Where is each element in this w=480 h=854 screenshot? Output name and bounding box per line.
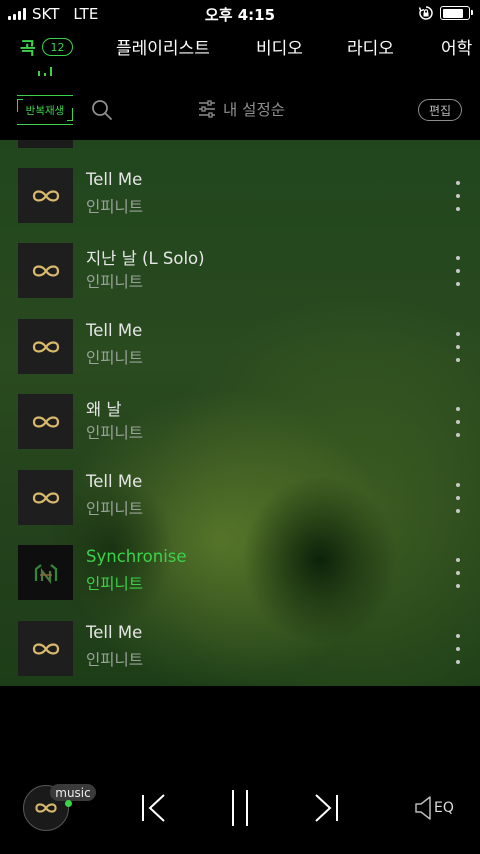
edit-button[interactable]: 편집 (418, 99, 462, 121)
partial-song-thumbnail (18, 140, 73, 148)
status-bar: SKT LTE 오후 4:15 (0, 0, 480, 28)
playing-indicator-dot (65, 800, 72, 807)
song-row[interactable]: Tell Me 인피니트 (0, 168, 480, 224)
album-art (18, 621, 73, 676)
song-row[interactable]: 왜 날 인피니트 (0, 394, 480, 450)
album-art (18, 394, 73, 449)
search-icon (92, 100, 112, 120)
pause-button[interactable] (226, 789, 254, 827)
status-right (418, 5, 473, 21)
eq-label: EQ (434, 800, 454, 816)
tab-radio[interactable]: 라디오 (347, 34, 394, 59)
song-title: Tell Me (86, 623, 143, 642)
infinity-logo-icon (32, 189, 59, 202)
mini-player: music EQ (0, 686, 480, 854)
next-button[interactable] (312, 789, 340, 827)
infinity-logo-icon (35, 803, 57, 813)
tab-language[interactable]: 어학 (441, 34, 472, 59)
pause-icon (232, 790, 248, 826)
album-emblem-icon (34, 563, 57, 584)
song-artist: 인피니트 (86, 575, 144, 593)
song-title: Synchronise (86, 547, 187, 566)
album-art (18, 243, 73, 298)
speaker-icon (415, 796, 431, 820)
song-artist: 인피니트 (86, 424, 144, 442)
song-title: Tell Me (86, 170, 143, 189)
song-row[interactable]: 지난 날 (L Solo) 인피니트 (0, 243, 480, 299)
song-title: 왜 날 (86, 400, 122, 419)
song-row[interactable]: Tell Me 인피니트 (0, 470, 480, 526)
sliders-icon (199, 100, 215, 118)
infinity-logo-icon (32, 415, 59, 428)
more-options-icon[interactable] (450, 634, 466, 664)
more-options-icon[interactable] (450, 483, 466, 513)
sort-label: 내 설정순 (223, 101, 285, 119)
tab-playlists[interactable]: 플레이리스트 (116, 34, 210, 59)
song-row[interactable]: Tell Me 인피니트 (0, 319, 480, 375)
infinity-logo-icon (32, 264, 59, 277)
song-artist: 인피니트 (86, 349, 144, 367)
list-toolbar: 반복재생 내 설정순 편집 (0, 90, 480, 132)
tab-songs[interactable]: 곡 (20, 34, 36, 59)
previous-button[interactable] (140, 789, 168, 827)
infinity-logo-icon (32, 642, 59, 655)
music-badge: music (50, 784, 96, 801)
battery-icon (440, 6, 473, 20)
album-art (18, 319, 73, 374)
song-title: Tell Me (86, 321, 143, 340)
search-button[interactable] (90, 98, 114, 122)
song-row-now-playing[interactable]: Synchronise 인피니트 (0, 545, 480, 601)
more-options-icon[interactable] (450, 407, 466, 437)
infinity-logo-icon (32, 491, 59, 504)
status-time: 오후 4:15 (204, 6, 276, 24)
song-artist: 인피니트 (86, 500, 144, 518)
sort-button[interactable]: 내 설정순 (197, 98, 285, 120)
repeat-button[interactable]: 반복재생 (17, 95, 73, 125)
more-options-icon[interactable] (450, 256, 466, 286)
song-title: 지난 날 (L Solo) (86, 249, 205, 268)
song-row[interactable]: Tell Me 인피니트 (0, 621, 480, 677)
now-playing-bars-icon (38, 64, 52, 76)
album-art (18, 545, 73, 600)
more-options-icon[interactable] (450, 332, 466, 362)
song-artist: 인피니트 (86, 273, 144, 291)
song-title: Tell Me (86, 472, 143, 491)
song-count-badge: 12 (42, 38, 73, 56)
more-options-icon[interactable] (450, 558, 466, 588)
album-art (18, 470, 73, 525)
song-list: Tell Me 인피니트 지난 날 (L Solo) 인피니트 Tell Me … (0, 140, 480, 686)
previous-icon (142, 794, 165, 822)
rotation-lock-icon (418, 6, 433, 20)
infinity-logo-icon (32, 340, 59, 353)
more-options-icon[interactable] (450, 181, 466, 211)
album-art (18, 168, 73, 223)
equalizer-button[interactable]: EQ (414, 794, 458, 822)
song-artist: 인피니트 (86, 651, 144, 669)
next-icon (315, 794, 338, 822)
tab-videos[interactable]: 비디오 (256, 34, 303, 59)
song-artist: 인피니트 (86, 198, 144, 216)
